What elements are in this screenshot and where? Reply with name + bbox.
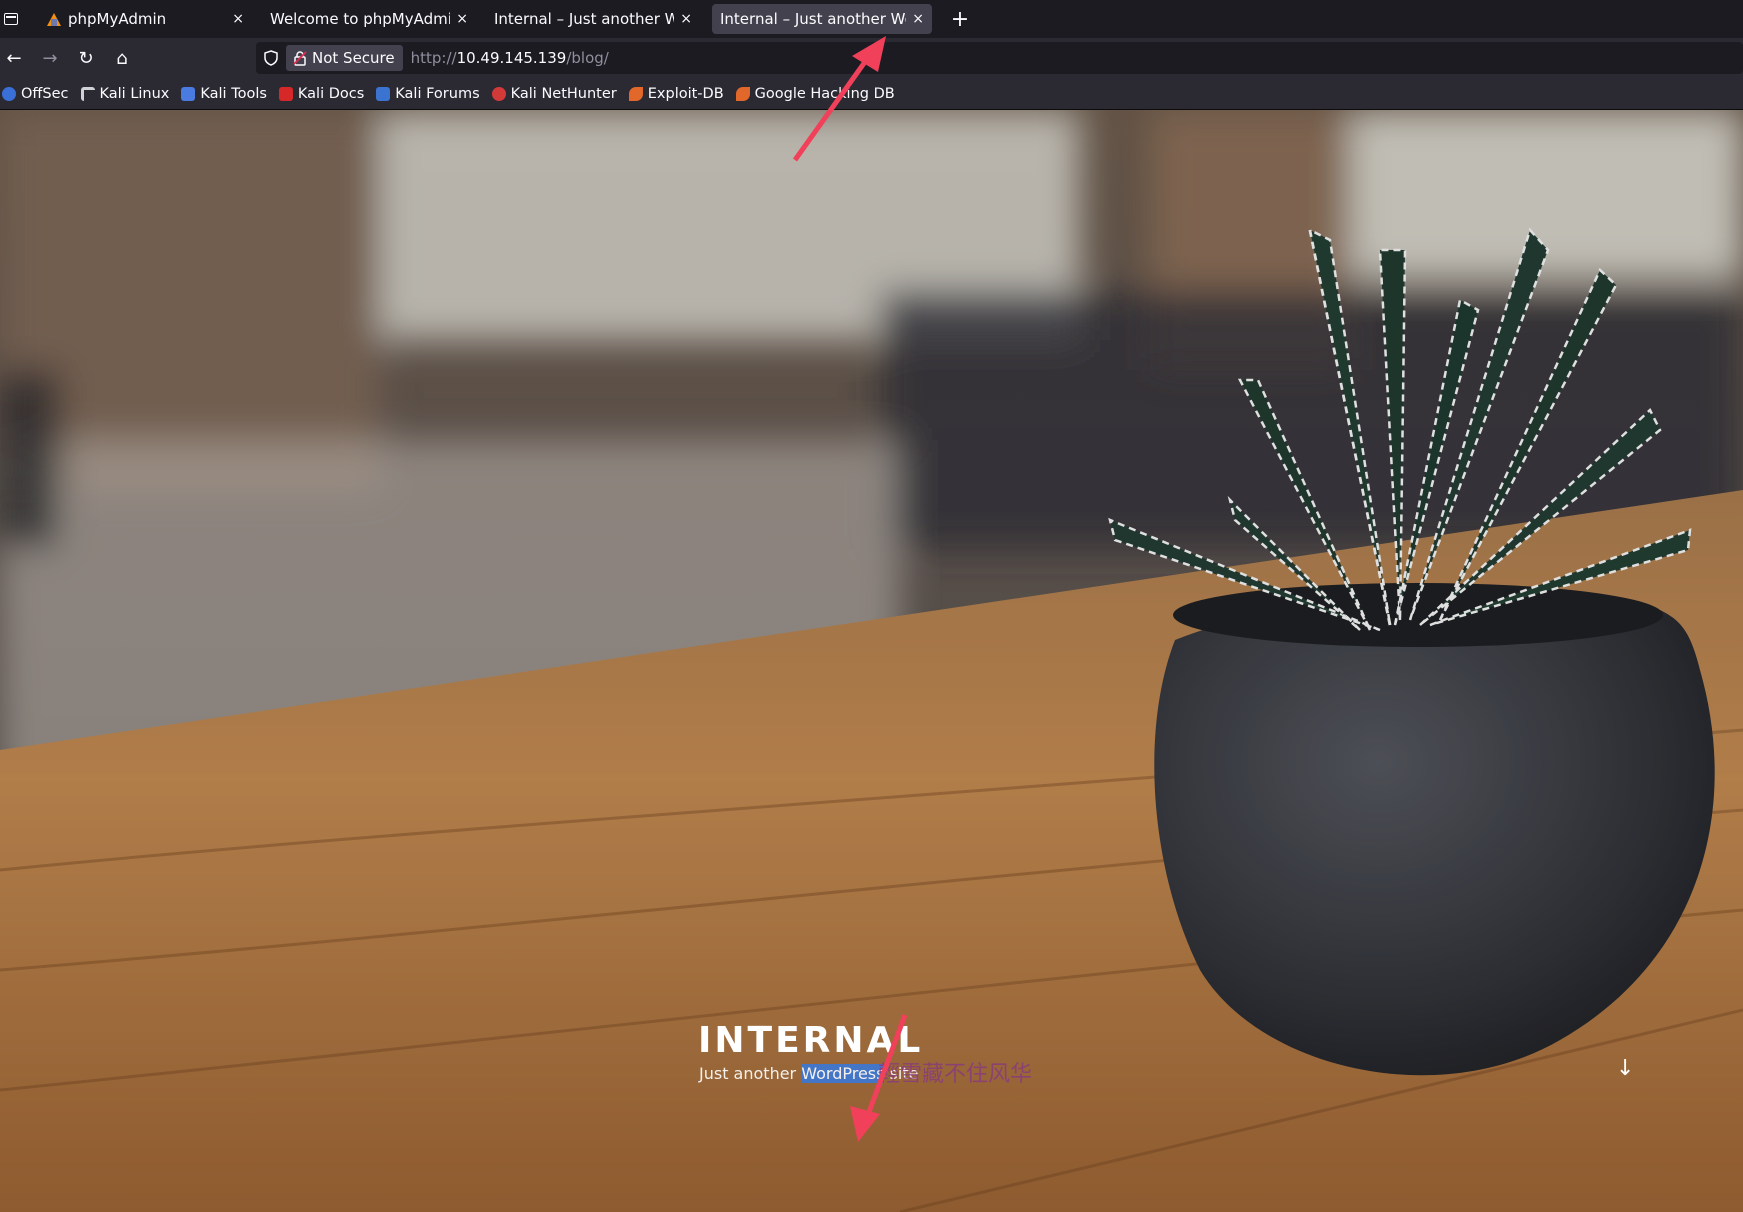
tab-title: Welcome to phpMyAdmin's d bbox=[270, 10, 451, 28]
kali-tools-icon bbox=[181, 86, 196, 101]
tab-phpmyadmin[interactable]: phpMyAdmin × bbox=[38, 4, 252, 34]
url-scheme: http:// bbox=[410, 49, 457, 67]
tab-internal-1[interactable]: Internal – Just another WordP × bbox=[486, 4, 700, 34]
bookmark-kali-tools[interactable]: Kali Tools bbox=[181, 86, 267, 102]
url-text[interactable]: http://10.49.145.139/blog/ bbox=[411, 49, 609, 67]
offsec-icon bbox=[2, 86, 16, 101]
bookmark-label: Kali Linux bbox=[99, 85, 170, 102]
bookmark-label: Kali Docs bbox=[297, 85, 365, 102]
insecure-lock-icon bbox=[293, 51, 307, 66]
bookmark-offsec[interactable]: OffSec bbox=[2, 86, 69, 102]
bookmark-label: OffSec bbox=[21, 85, 69, 102]
forward-button[interactable]: → bbox=[36, 44, 64, 72]
bookmark-label: Kali NetHunter bbox=[510, 85, 617, 102]
tab-welcome-phpmyadmin[interactable]: Welcome to phpMyAdmin's d × bbox=[262, 4, 476, 34]
arrow-left-icon: ← bbox=[6, 47, 22, 69]
tagline-text: Just another bbox=[699, 1064, 802, 1083]
close-icon[interactable]: × bbox=[456, 11, 468, 27]
reload-button[interactable]: ↻ bbox=[72, 44, 100, 72]
home-icon: ⌂ bbox=[116, 47, 128, 69]
bookmark-kali-nethunter[interactable]: Kali NetHunter bbox=[491, 85, 617, 102]
site-security-button[interactable]: Not Secure bbox=[286, 45, 403, 71]
bookmark-label: Exploit-DB bbox=[647, 85, 724, 102]
tracking-protection-button[interactable] bbox=[256, 42, 286, 74]
tab-internal-active[interactable]: Internal – Just another WordP × bbox=[712, 4, 932, 34]
bookmark-exploit-db[interactable]: Exploit-DB bbox=[628, 85, 724, 102]
navigation-bar: ← → ↻ ⌂ Not Secure http://10.49.145.139/… bbox=[0, 38, 1743, 78]
tab-list-icon bbox=[4, 13, 18, 25]
kali-forums-icon bbox=[376, 86, 391, 101]
close-icon[interactable]: × bbox=[680, 11, 692, 27]
bookmark-kali-docs[interactable]: Kali Docs bbox=[278, 85, 365, 102]
bookmark-label: Google Hacking DB bbox=[754, 85, 895, 102]
reload-icon: ↻ bbox=[78, 47, 94, 69]
close-icon[interactable]: × bbox=[912, 11, 924, 27]
ghdb-icon bbox=[735, 86, 750, 101]
tab-title: Internal – Just another WordP bbox=[494, 10, 675, 28]
bookmark-kali-linux[interactable]: Kali Linux bbox=[80, 85, 170, 102]
site-title[interactable]: INTERNAL bbox=[698, 1020, 923, 1061]
bookmark-label: Kali Forums bbox=[395, 85, 480, 102]
phpmyadmin-icon bbox=[46, 11, 62, 27]
bookmark-google-hacking-db[interactable]: Google Hacking DB bbox=[735, 85, 895, 102]
nethunter-icon bbox=[491, 86, 506, 101]
back-button[interactable]: ← bbox=[0, 44, 28, 72]
kali-dragon-icon bbox=[80, 86, 95, 101]
kali-docs-icon bbox=[278, 86, 293, 101]
not-secure-label: Not Secure bbox=[312, 49, 395, 67]
url-path: /blog/ bbox=[566, 49, 609, 67]
close-icon[interactable]: × bbox=[232, 11, 244, 27]
bookmark-kali-forums[interactable]: Kali Forums bbox=[376, 85, 480, 102]
tab-title: phpMyAdmin bbox=[68, 10, 167, 28]
scroll-down-arrow-icon[interactable]: ↓ bbox=[1616, 1056, 1634, 1081]
tab-list-button[interactable] bbox=[0, 0, 22, 38]
new-tab-button[interactable]: + bbox=[945, 4, 975, 34]
shield-icon bbox=[264, 50, 278, 66]
page-content: INTERNAL Just another WordPress site 輕雪藏… bbox=[0, 110, 1743, 1212]
exploit-db-icon bbox=[628, 86, 643, 101]
bookmark-label: Kali Tools bbox=[200, 85, 267, 102]
watermark: 輕雪藏不住风华 bbox=[878, 1062, 1033, 1087]
plus-icon: + bbox=[950, 6, 970, 32]
tagline-highlight: WordPress bbox=[801, 1064, 885, 1083]
arrow-right-icon: → bbox=[42, 47, 58, 69]
tab-title: Internal – Just another WordP bbox=[720, 10, 906, 28]
tab-strip: phpMyAdmin × Welcome to phpMyAdmin's d ×… bbox=[0, 0, 1743, 38]
bookmarks-toolbar: OffSec Kali Linux Kali Tools Kali Docs K… bbox=[0, 78, 1743, 110]
url-bar[interactable]: Not Secure http://10.49.145.139/blog/ bbox=[256, 42, 1743, 74]
url-host: 10.49.145.139 bbox=[456, 49, 567, 67]
home-button[interactable]: ⌂ bbox=[108, 44, 136, 72]
